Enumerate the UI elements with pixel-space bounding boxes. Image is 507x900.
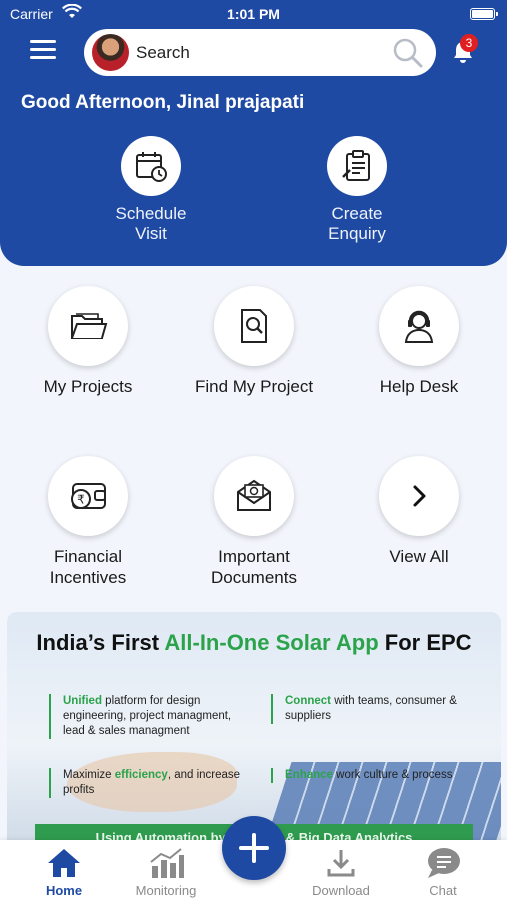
banner-title: India’s First All-In-One Solar App For E…: [7, 630, 501, 656]
banner-point-text: work culture & process: [332, 769, 453, 781]
banner-point-pre: Maximize: [63, 769, 115, 781]
banner-point-strong: Connect: [285, 695, 331, 707]
banner-point-strong: efficiency: [114, 769, 168, 781]
banner-point-enhance: Enhance work culture & process: [271, 768, 471, 783]
home-icon: [48, 849, 80, 877]
hamburger-icon-line: [30, 56, 56, 59]
hamburger-icon-line: [30, 48, 56, 51]
my-projects-tile[interactable]: My Projects: [13, 286, 163, 397]
important-documents-tile[interactable]: Important Documents: [179, 456, 329, 588]
banner-point-connect: Connect with teams, consumer & suppliers: [271, 694, 471, 724]
document-search-icon: [214, 286, 294, 366]
financial-incentives-label: Financial Incentives: [49, 547, 127, 587]
schedule-visit-button[interactable]: Schedule Visit: [86, 136, 216, 244]
svg-text:₹: ₹: [77, 493, 85, 507]
folder-icon: [48, 286, 128, 366]
nav-home-label: Home: [45, 883, 83, 898]
financial-incentives-tile[interactable]: ₹ Financial Incentives: [13, 456, 163, 588]
find-my-project-tile[interactable]: Find My Project: [179, 286, 329, 397]
support-agent-icon: [379, 286, 459, 366]
status-bar: Carrier 1:01 PM: [0, 0, 507, 28]
chat-icon: [428, 848, 460, 878]
banner-point-efficiency: Maximize efficiency, and increase profit…: [49, 768, 249, 798]
add-button[interactable]: [222, 816, 286, 880]
header-panel: Carrier 1:01 PM 3 Good Afternoon, Jinal …: [0, 0, 507, 266]
hamburger-icon-line: [30, 40, 56, 43]
notification-badge: 3: [460, 34, 478, 52]
nav-download-label: Download: [312, 883, 370, 898]
calendar-clock-icon: [121, 136, 181, 196]
nav-monitoring[interactable]: Monitoring: [121, 846, 211, 898]
create-enquiry-label: Create Enquiry: [328, 204, 386, 243]
nav-chat-label: Chat: [429, 883, 457, 898]
banner-point-unified: Unified platform for design engineering,…: [49, 694, 249, 739]
download-icon: [327, 850, 355, 877]
bar-chart-icon: [150, 848, 184, 878]
search-icon[interactable]: [392, 37, 424, 69]
chevron-right-icon: [379, 456, 459, 536]
search-input[interactable]: [136, 37, 386, 68]
battery-icon: [470, 8, 498, 20]
find-my-project-label: Find My Project: [194, 377, 314, 396]
nav-download[interactable]: Download: [296, 846, 386, 898]
clipboard-icon: [327, 136, 387, 196]
menu-button[interactable]: [30, 40, 56, 62]
nav-monitoring-label: Monitoring: [135, 883, 197, 898]
nav-home[interactable]: Home: [19, 846, 109, 898]
nav-chat[interactable]: Chat: [398, 846, 488, 898]
banner-point-strong: Unified: [63, 695, 102, 707]
avatar[interactable]: [92, 34, 129, 71]
view-all-tile[interactable]: View All: [344, 456, 494, 567]
banner-title-highlight: All-In-One Solar App: [164, 630, 379, 655]
help-desk-tile[interactable]: Help Desk: [344, 286, 494, 397]
banner-point-strong: Enhance: [285, 769, 333, 781]
mail-badge-icon: [214, 456, 294, 536]
greeting-text: Good Afternoon, Jinal prajapati: [21, 92, 305, 113]
clock: 1:01 PM: [227, 6, 280, 22]
create-enquiry-button[interactable]: Create Enquiry: [292, 136, 422, 244]
help-desk-label: Help Desk: [379, 377, 459, 396]
view-all-label: View All: [389, 547, 449, 566]
schedule-visit-label: Schedule Visit: [115, 204, 187, 243]
wallet-rupee-icon: ₹: [48, 456, 128, 536]
search-bar[interactable]: [84, 29, 436, 76]
banner-title-suffix: For EPC: [378, 630, 472, 655]
my-projects-label: My Projects: [43, 377, 133, 396]
banner-title-prefix: India’s First: [36, 630, 165, 655]
important-documents-label: Important Documents: [211, 547, 297, 587]
